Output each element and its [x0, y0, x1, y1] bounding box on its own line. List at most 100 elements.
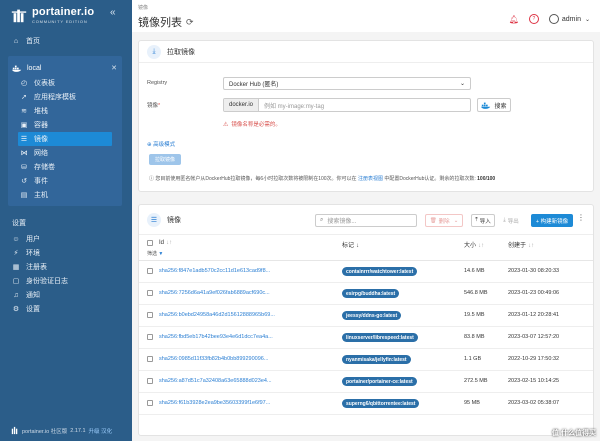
advanced-mode-link[interactable]: ⊕ 高级模式	[147, 140, 175, 148]
row-checkbox[interactable]	[147, 334, 153, 340]
registry-label: Registry	[147, 80, 168, 86]
sidebar-item-env_items-5[interactable]: ⋈ 网络	[8, 146, 122, 160]
more-vertical-icon[interactable]: ⋮	[577, 213, 585, 222]
image-id-link[interactable]: sha256:fbd5eb17b42bee93e4e6d1dcc7ea4a...	[159, 334, 309, 340]
pull-image-panel: ⤓ 拉取镜像 Registry Docker Hub (匿名) ⌄ 镜像* do…	[138, 40, 594, 192]
environment-name: local	[27, 64, 42, 72]
search-input[interactable]: ⌕ 搜索镜像...	[315, 214, 417, 227]
export-button[interactable]: ⤓ 导出	[499, 214, 523, 227]
column-header-size[interactable]: 大小 ↓↑	[464, 240, 484, 249]
registry-view-link[interactable]: 注册表视图	[358, 176, 383, 182]
environment-header[interactable]: local ✕	[8, 60, 122, 76]
sidebar-item-settings_items-0[interactable]: ☺ 用户	[0, 232, 132, 246]
pull-panel-header: ⤓ 拉取镜像	[139, 41, 593, 63]
row-checkbox[interactable]	[147, 356, 153, 362]
sidebar-item-env_items-1[interactable]: ➚ 应用程序模板	[8, 90, 122, 104]
box-icon: ▣	[20, 122, 28, 129]
double-chevron-left-icon[interactable]: «	[110, 7, 116, 18]
image-id-link[interactable]: sha256:f847e1adb570c2cc11d1e613cad9f8...	[159, 268, 309, 274]
image-id-link[interactable]: sha256:f61b3928e2ea9be35603399f1e6f97...	[159, 400, 309, 406]
row-checkbox[interactable]	[147, 400, 153, 406]
image-created: 2023-03-02 05:38:07	[508, 400, 560, 406]
remaining-pulls: 100/100	[477, 176, 496, 182]
sidebar-item-env_items-8[interactable]: ▤ 主机	[8, 188, 122, 202]
plug-icon: ⚡	[13, 250, 19, 257]
image-name-input[interactable]: 例如 my-image:my-tag	[259, 99, 470, 111]
sidebar-item-env_items-3[interactable]: ▣ 容器	[8, 118, 122, 132]
search-button[interactable]: 搜索	[477, 98, 511, 112]
download-icon: ⤓	[147, 44, 161, 59]
image-tag-badge: linuxserver/librespeed:latest	[342, 333, 418, 342]
close-icon[interactable]: ✕	[111, 64, 117, 72]
row-checkbox[interactable]	[147, 312, 153, 318]
footer-upgrade-link[interactable]: 升级 汉化	[89, 427, 113, 435]
column-header-created-label: 创建于	[508, 243, 527, 249]
pull-image-button[interactable]: 拉取镜像	[149, 154, 181, 165]
registry-select[interactable]: Docker Hub (匿名) ⌄	[223, 77, 471, 90]
sidebar-item-env_items-2[interactable]: ≋ 堆栈	[8, 104, 122, 118]
column-header-id-label: Id	[159, 240, 165, 246]
image-size: 19.5 MB	[464, 312, 485, 318]
delete-button[interactable]: 🗑︎ 删除 ⌄	[425, 214, 463, 227]
info-text-2: 中配置DockerHub认证。剩余的拉取次数:	[382, 176, 478, 182]
history-icon: ↺	[21, 178, 27, 185]
list-icon: ☰	[20, 136, 28, 143]
delete-label: 删除	[438, 218, 450, 225]
user-name: admin	[561, 15, 581, 23]
user-menu[interactable]: admin ⌄	[548, 14, 590, 24]
sidebar-item-settings_items-3[interactable]: ▢ 身份验证日志	[0, 274, 132, 288]
required-mark: *	[158, 103, 161, 109]
dashboard-icon: ◴	[20, 80, 28, 87]
upload-icon: ⤒	[475, 217, 478, 223]
table-row: sha256:f61b3928e2ea9be35603399f1e6f97...…	[139, 393, 593, 415]
filter-button[interactable]: 筛选 ▼	[147, 250, 163, 257]
image-prefix: docker.io	[224, 99, 260, 111]
footer-version: 2.17.1	[70, 427, 86, 434]
sidebar-item-home[interactable]: ⌂ 首页	[0, 34, 132, 48]
help-icon[interactable]: ?	[528, 14, 539, 24]
registry-select-value: Docker Hub (匿名)	[229, 82, 279, 88]
image-tag-badge: esirpg/buddha:latest	[342, 289, 400, 298]
image-label-text: 镜像	[147, 103, 159, 109]
row-checkbox[interactable]	[147, 268, 153, 274]
info-text: 您目前使用匿名帐户从DockerHub拉取镜像，每6小时拉取次数将被限制在100…	[155, 176, 358, 182]
sidebar-footer: portainer.io 社区版 2.17.1 升级 汉化	[10, 426, 112, 435]
sidebar-item-env_items-7[interactable]: ↺ 事件	[8, 174, 122, 188]
docker-icon	[12, 65, 22, 72]
column-header-tags-label: 标记	[342, 243, 355, 249]
sidebar-item-settings_items-2[interactable]: ▦ 注册表	[0, 260, 132, 274]
image-id-link[interactable]: sha256:b0ebd24958a46d2d15612888965b69...	[159, 312, 309, 318]
build-image-button[interactable]: + 构建新镜像	[531, 214, 573, 227]
docker-icon	[481, 102, 491, 109]
sidebar-item-env_items-6[interactable]: ⛁ 存储卷	[8, 160, 122, 174]
image-id-link[interactable]: sha256:a87d51c7a32408a63e65888d023e4...	[159, 378, 309, 384]
image-created: 2023-01-30 08:20:33	[508, 268, 560, 274]
layers-icon: ≋	[21, 108, 27, 115]
image-tag-badge: superng6/qbittorrentee:latest	[342, 399, 420, 408]
column-header-id[interactable]: Id ↓↑	[159, 240, 172, 246]
image-id-link[interactable]: sha256:0985d11f33fb82b4b0bb899290096...	[159, 356, 309, 362]
search-button-label: 搜索	[494, 103, 507, 110]
server-icon: ▤	[20, 192, 28, 199]
select-all-checkbox[interactable]	[147, 240, 153, 246]
refresh-icon[interactable]: ⟳	[186, 17, 194, 28]
row-checkbox[interactable]	[147, 378, 153, 384]
user-icon	[548, 14, 559, 24]
settings-section-label: 设置	[12, 220, 26, 227]
sidebar-item-label: 主机	[34, 192, 48, 199]
sidebar-item-env_items-4[interactable]: ☰ 镜像	[18, 132, 112, 146]
import-button[interactable]: ⤒ 导入	[471, 214, 495, 227]
column-header-tags[interactable]: 标记 ↓	[342, 240, 359, 249]
sidebar-item-settings_items-5[interactable]: ⚙ 设置	[0, 302, 132, 316]
sidebar-item-settings_items-1[interactable]: ⚡ 环境	[0, 246, 132, 260]
trash-icon: 🗑︎	[429, 217, 437, 224]
sidebar-item-env_items-0[interactable]: ◴ 仪表板	[8, 76, 122, 90]
row-checkbox[interactable]	[147, 290, 153, 296]
sidebar-item-settings_items-4[interactable]: ♫ 通知	[0, 288, 132, 302]
column-header-created[interactable]: 创建于 ↓↑	[508, 240, 534, 249]
bell-icon[interactable]: 🔔︎	[509, 14, 519, 24]
portainer-logo-icon	[11, 9, 27, 23]
breadcrumb[interactable]: 镜像	[138, 4, 148, 11]
logo-subtitle: COMMUNITY EDITION	[32, 19, 88, 24]
image-id-link[interactable]: sha256:7256d6a41a9ef026fab6889acf690c...	[159, 290, 309, 296]
